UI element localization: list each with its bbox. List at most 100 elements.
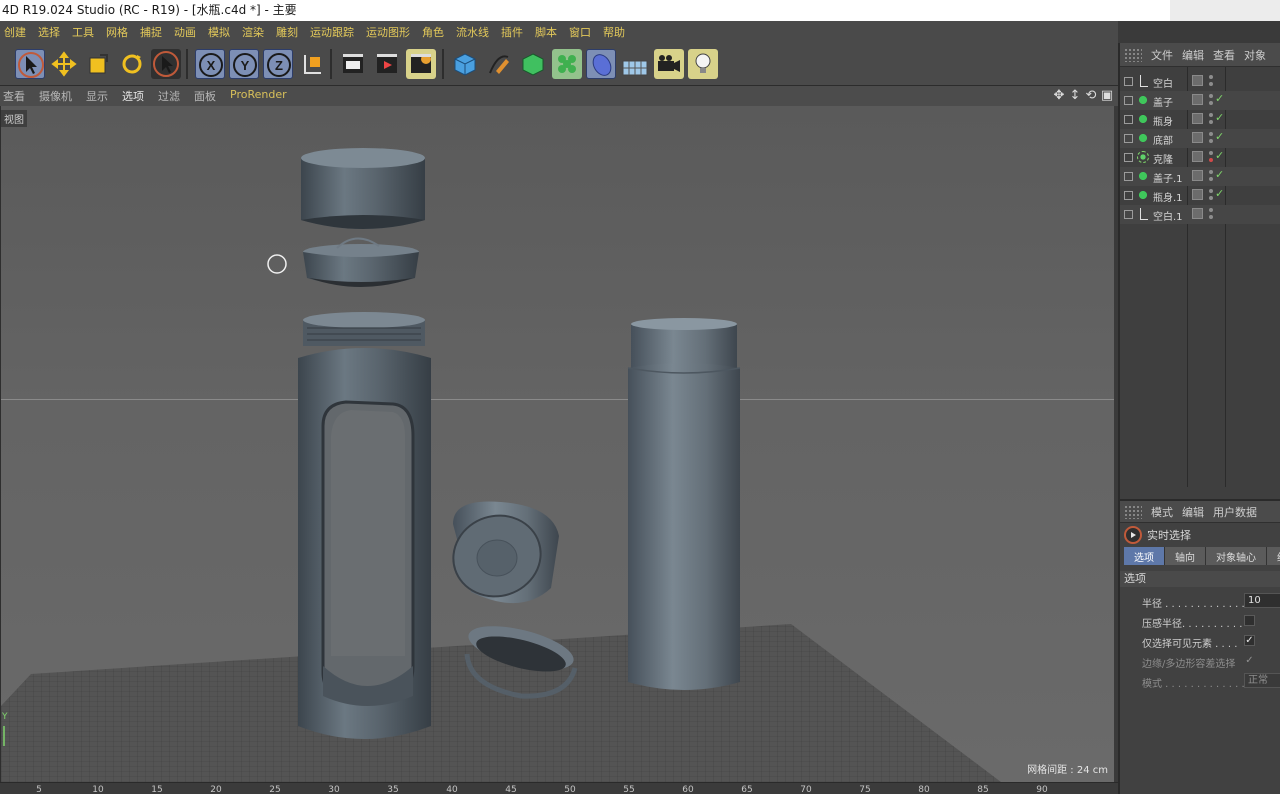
property-select[interactable]: 正常	[1244, 673, 1280, 688]
object-row[interactable]: 盖子.1 ✓	[1120, 167, 1280, 186]
enabled-check-icon[interactable]: ✓	[1215, 92, 1224, 105]
layer-tag-icon[interactable]	[1192, 189, 1203, 200]
render-visibility-dot[interactable]	[1209, 120, 1213, 124]
object-row[interactable]: 空白.1	[1120, 205, 1280, 224]
viewport-menu-item[interactable]: ProRender	[230, 88, 287, 104]
menu-item[interactable]: 角色	[422, 24, 444, 40]
viewport-menu-item[interactable]: 显示	[86, 88, 108, 104]
attribute-tab[interactable]: 轴向	[1165, 547, 1206, 565]
expand-icon[interactable]	[1124, 153, 1133, 162]
property-checkbox[interactable]	[1244, 615, 1255, 626]
attributes-menu-item[interactable]: 编辑	[1182, 504, 1204, 520]
panel-grip-icon[interactable]	[1124, 47, 1142, 62]
panel-grip-icon[interactable]	[1124, 504, 1142, 519]
expand-icon[interactable]	[1124, 96, 1133, 105]
object-row[interactable]: 瓶身 ✓	[1120, 110, 1280, 129]
render-visibility-dot[interactable]	[1209, 101, 1213, 105]
move-tool-button[interactable]	[49, 49, 79, 79]
expand-icon[interactable]	[1124, 115, 1133, 124]
3d-viewport[interactable]: 视图 Y 网格间距 : 24 cm	[0, 106, 1114, 782]
attribute-tab[interactable]: 对象轴心	[1206, 547, 1267, 565]
menu-item[interactable]: 雕刻	[276, 24, 298, 40]
editor-visibility-dot[interactable]	[1209, 189, 1213, 193]
viewport-menu-item[interactable]: 过滤	[158, 88, 180, 104]
menu-item[interactable]: 创建	[4, 24, 26, 40]
menu-item[interactable]: 帮助	[603, 24, 625, 40]
property-input[interactable]: 10	[1244, 593, 1280, 608]
objects-menu-item[interactable]: 对象	[1244, 47, 1266, 63]
expand-icon[interactable]	[1124, 210, 1133, 219]
object-row[interactable]: 瓶身.1 ✓	[1120, 186, 1280, 205]
z-axis-tool-button[interactable]: Z	[263, 49, 293, 79]
object-row[interactable]: 克隆 ✓	[1120, 148, 1280, 167]
coordinate-system-tool-button[interactable]	[297, 49, 327, 79]
attribute-tab[interactable]: 选项	[1124, 547, 1165, 565]
editor-visibility-dot[interactable]	[1209, 170, 1213, 174]
render-visibility-dot[interactable]	[1209, 82, 1213, 86]
menu-item[interactable]: 流水线	[456, 24, 489, 40]
move-view-icon[interactable]: ✥	[1052, 88, 1066, 103]
attributes-menu-item[interactable]: 模式	[1151, 504, 1173, 520]
layer-tag-icon[interactable]	[1192, 94, 1203, 105]
layer-tag-icon[interactable]	[1192, 113, 1203, 124]
layer-tag-icon[interactable]	[1192, 170, 1203, 181]
editor-visibility-dot[interactable]	[1209, 113, 1213, 117]
floor-tool-button[interactable]	[620, 49, 650, 79]
deformer-tool-button[interactable]	[586, 49, 616, 79]
rotate-tool-button[interactable]	[117, 49, 147, 79]
object-row[interactable]: 底部 ✓	[1120, 129, 1280, 148]
cloner-tool-button[interactable]	[552, 49, 582, 79]
light-tool-button[interactable]	[688, 49, 718, 79]
toggle-view-icon[interactable]: ▣	[1100, 88, 1114, 103]
object-row[interactable]: 空白	[1120, 72, 1280, 91]
layer-tag-icon[interactable]	[1192, 75, 1203, 86]
scale-tool-button[interactable]	[83, 49, 113, 79]
enabled-check-icon[interactable]: ✓	[1215, 149, 1224, 162]
layer-tag-icon[interactable]	[1192, 208, 1203, 219]
enabled-check-icon[interactable]: ✓	[1215, 187, 1224, 200]
viewport-menu-item[interactable]: 摄像机	[39, 88, 72, 104]
menu-item[interactable]: 脚本	[535, 24, 557, 40]
menu-item[interactable]: 窗口	[569, 24, 591, 40]
enabled-check-icon[interactable]: ✓	[1215, 130, 1224, 143]
viewport-menu-item[interactable]: 查看	[3, 88, 25, 104]
pen-spline-tool-button[interactable]	[484, 49, 514, 79]
render-visibility-dot[interactable]	[1209, 177, 1213, 181]
property-checkbox[interactable]: ✓	[1244, 635, 1255, 646]
objects-menu-item[interactable]: 文件	[1151, 47, 1173, 63]
render-visibility-dot[interactable]	[1209, 196, 1213, 200]
menu-item[interactable]: 工具	[72, 24, 94, 40]
attributes-menu-item[interactable]: 用户数据	[1213, 504, 1257, 520]
render-view-tool-button[interactable]	[338, 49, 368, 79]
viewport-menu-item[interactable]: 面板	[194, 88, 216, 104]
editor-visibility-dot[interactable]	[1209, 208, 1213, 212]
timeline-ruler[interactable]: 5 10 15 20 25 30 35 40 45 50 55 60 65 70 75 80 85 90	[0, 782, 1118, 794]
menu-item[interactable]: 动画	[174, 24, 196, 40]
expand-icon[interactable]	[1124, 77, 1133, 86]
menu-item[interactable]: 插件	[501, 24, 523, 40]
render-visibility-dot[interactable]	[1209, 139, 1213, 143]
render-settings-tool-button[interactable]	[406, 49, 436, 79]
expand-icon[interactable]	[1124, 134, 1133, 143]
objects-menu-item[interactable]: 编辑	[1182, 47, 1204, 63]
layer-tag-icon[interactable]	[1192, 132, 1203, 143]
expand-icon[interactable]	[1124, 172, 1133, 181]
editor-visibility-dot[interactable]	[1209, 75, 1213, 79]
attribute-tab[interactable]: 细	[1267, 547, 1280, 565]
objects-menu-item[interactable]: 查看	[1213, 47, 1235, 63]
camera-tool-button[interactable]	[654, 49, 684, 79]
cube-tool-button[interactable]	[450, 49, 480, 79]
render-visibility-dot[interactable]	[1209, 158, 1213, 162]
menu-item[interactable]: 网格	[106, 24, 128, 40]
object-row[interactable]: 盖子 ✓	[1120, 91, 1280, 110]
select-arrow-tool-button[interactable]	[15, 49, 45, 79]
expand-icon[interactable]	[1124, 191, 1133, 200]
menu-item[interactable]: 渲染	[242, 24, 264, 40]
rotate-view-icon[interactable]: ⟲	[1084, 88, 1098, 103]
menu-item[interactable]: 模拟	[208, 24, 230, 40]
enabled-check-icon[interactable]: ✓	[1215, 111, 1224, 124]
render-picture-viewer-tool-button[interactable]	[372, 49, 402, 79]
viewport-menu-item[interactable]: 选项	[122, 88, 144, 104]
editor-visibility-dot[interactable]	[1209, 151, 1213, 155]
editor-visibility-dot[interactable]	[1209, 94, 1213, 98]
